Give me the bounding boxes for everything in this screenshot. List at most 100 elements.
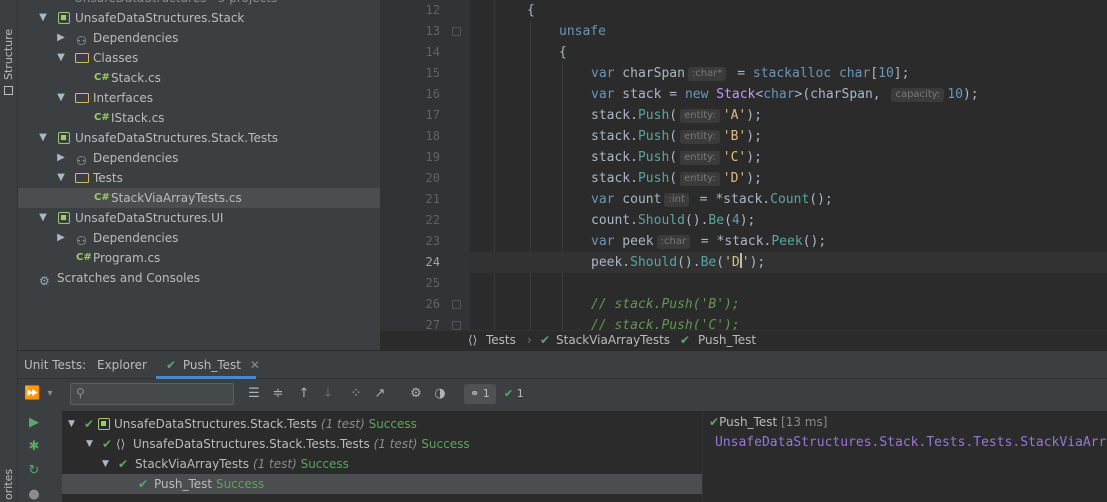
csharp-project-icon [58,12,70,24]
tree-row-interfaces-folder[interactable]: ▼ Interfaces [18,88,380,108]
code-line: { [559,45,567,60]
code-line: unsafe [559,24,606,39]
tree-row-dependencies[interactable]: ▶ ⚇ Dependencies [18,28,380,48]
namespace-icon: ⟨⟩ [468,333,478,347]
test-row-class[interactable]: ▼ ✔ StackViaArrayTests (1 test) Success [62,454,702,474]
expand-all-icon[interactable]: ☰ [246,385,262,403]
code-line: stack.Push(entity: 'B'); [591,129,762,144]
passed-check-icon: ✔ [138,477,149,491]
folder-icon [75,53,89,63]
run-all-icon[interactable]: ⏩ [24,385,40,403]
tree-row-tests-folder[interactable]: ▼ Tests [18,168,380,188]
passed-check-icon: ✔ [709,415,720,429]
search-icon: ⚲ [76,386,85,400]
chevron-right-icon[interactable]: ▶ [56,228,66,248]
unit-tests-tabbar: Unit Tests: Explorer ✔ Push_Test ✕ [18,351,1107,379]
tree-row-dependencies[interactable]: ▶ ⚇ Dependencies [18,148,380,168]
chevron-down-icon[interactable]: ▼ [38,208,48,228]
test-output[interactable]: ✔Push_Test [13 ms] UnsafeDataStructures.… [702,411,1107,502]
code-line: var count:int = *stack.Count(); [591,192,833,207]
passed-filter-toggle[interactable]: ✔ 1 [498,384,530,404]
fold-icon[interactable] [452,27,461,36]
chevron-right-icon[interactable]: ▶ [56,28,66,48]
chevron-down-icon[interactable]: ▾ [42,385,58,403]
inlay-hint: capacity: [891,88,945,102]
passed-check-icon: ✔ [84,417,95,431]
run-icon[interactable]: ▶ [26,415,42,431]
chevron-down-icon[interactable]: ▼ [56,168,66,188]
tree-row-istack-cs[interactable]: C# IStack.cs [18,108,380,128]
line-number: 14 [425,45,440,59]
csharp-project-icon [58,212,70,224]
tab-push-test[interactable]: ✔ Push_Test ✕ [156,351,260,379]
tree-row-ui-project[interactable]: ▼ UnsafeDataStructures.UI [18,208,380,228]
chevron-down-icon[interactable]: ▼ [38,128,48,148]
chevron-down-icon[interactable]: ▼ [56,48,66,68]
csharp-project-icon [58,132,70,144]
tree-row-stack-cs[interactable]: C# Stack.cs [18,68,380,88]
debug-icon[interactable]: ✱ [26,439,42,455]
breadcrumb: ⟨⟩ Tests › ✔ StackViaArrayTests › ✔ Push… [380,330,1107,350]
test-row-project[interactable]: ▼ ✔ UnsafeDataStructures.Stack.Tests (1 … [62,414,702,434]
chevron-down-icon[interactable]: ▼ [102,454,109,474]
tree-row-stack-project[interactable]: ▼ UnsafeDataStructures.Stack [18,8,380,28]
chevron-down-icon[interactable]: ▼ [38,8,48,28]
line-number: 23 [425,234,440,248]
passed-check-icon: ✔ [504,387,514,400]
chevron-down-icon[interactable]: ▼ [86,434,93,454]
code-editor[interactable]: { unsafe { var charSpan:char* = stackall… [470,0,1107,330]
line-number: 12 [425,3,440,17]
stop-icon[interactable]: ● [26,487,42,502]
inlay-hint: :char [656,235,691,249]
chevron-right-icon[interactable]: ▶ [56,148,66,168]
breadcrumb-item[interactable]: Tests [486,333,516,347]
line-number: 15 [425,66,440,80]
project-tree: UnsafeDataStructures · 3 projects ▼ Unsa… [18,0,380,350]
chevron-down-icon[interactable]: ▼ [68,414,75,434]
filter-toggle[interactable]: ⚭ 1 [464,384,496,404]
breadcrumb-item[interactable]: StackViaArrayTests [556,333,670,347]
favorites-tool-button[interactable]: orites [2,469,15,500]
chevron-down-icon[interactable]: ▼ [56,88,66,108]
code-line: stack.Push(entity: 'D'); [591,171,762,186]
tab-explorer[interactable]: Explorer [97,351,147,379]
rerun-icon[interactable]: ↻ [26,463,42,479]
test-row-namespace[interactable]: ▼ ✔ ⟨⟩ UnsafeDataStructures.Stack.Tests.… [62,434,702,454]
code-line: // stack.Push('B'); [591,297,740,312]
breadcrumb-item[interactable]: Push_Test [698,333,756,347]
left-tool-strip: Structure orites [0,0,18,502]
group-icon[interactable]: ⁘ [348,385,364,403]
tree-row-scratches[interactable]: ⚙ Scratches and Consoles [18,268,380,288]
inlay-hint: entity: [680,109,720,123]
fold-icon[interactable] [452,300,461,309]
passed-check-icon: ✔ [540,333,551,347]
arrow-down-icon[interactable]: ↓ [320,385,336,403]
close-icon[interactable]: ✕ [250,358,260,372]
line-number: 19 [425,150,440,164]
passed-check-icon: ✔ [166,358,177,372]
tree-row-solution[interactable]: UnsafeDataStructures · 3 projects [18,0,380,8]
ignored-icon: ⚭ [470,387,480,400]
track-running-icon[interactable]: ◑ [432,385,448,403]
tree-row-classes-folder[interactable]: ▼ Classes [18,48,380,68]
passed-check-icon: ✔ [102,437,113,451]
csharp-project-icon [98,418,110,430]
folder-icon [75,173,89,183]
structure-tool-button[interactable]: Structure [2,29,15,80]
search-input[interactable]: ⚲ [70,383,234,405]
fold-icon[interactable] [452,321,461,330]
folder-icon [75,93,89,103]
line-number: 22 [425,213,440,227]
tree-row-stackviaarraytests-cs[interactable]: C# StackViaArrayTests.cs [18,188,380,208]
line-number: 17 [425,108,440,122]
gear-icon[interactable]: ⚙ [408,385,424,403]
inlay-hint: entity: [680,151,720,165]
tree-row-program-cs[interactable]: C# Program.cs [18,248,380,268]
tree-row-dependencies[interactable]: ▶ ⚇ Dependencies [18,228,380,248]
collapse-all-icon[interactable]: ≑ [270,385,286,403]
line-number: 16 [425,87,440,101]
arrow-up-icon[interactable]: ↑ [296,385,312,403]
test-row-method[interactable]: ✔ Push_Test Success [62,474,702,494]
export-icon[interactable]: ↗ [372,385,388,403]
tree-row-stack-tests-project[interactable]: ▼ UnsafeDataStructures.Stack.Tests [18,128,380,148]
